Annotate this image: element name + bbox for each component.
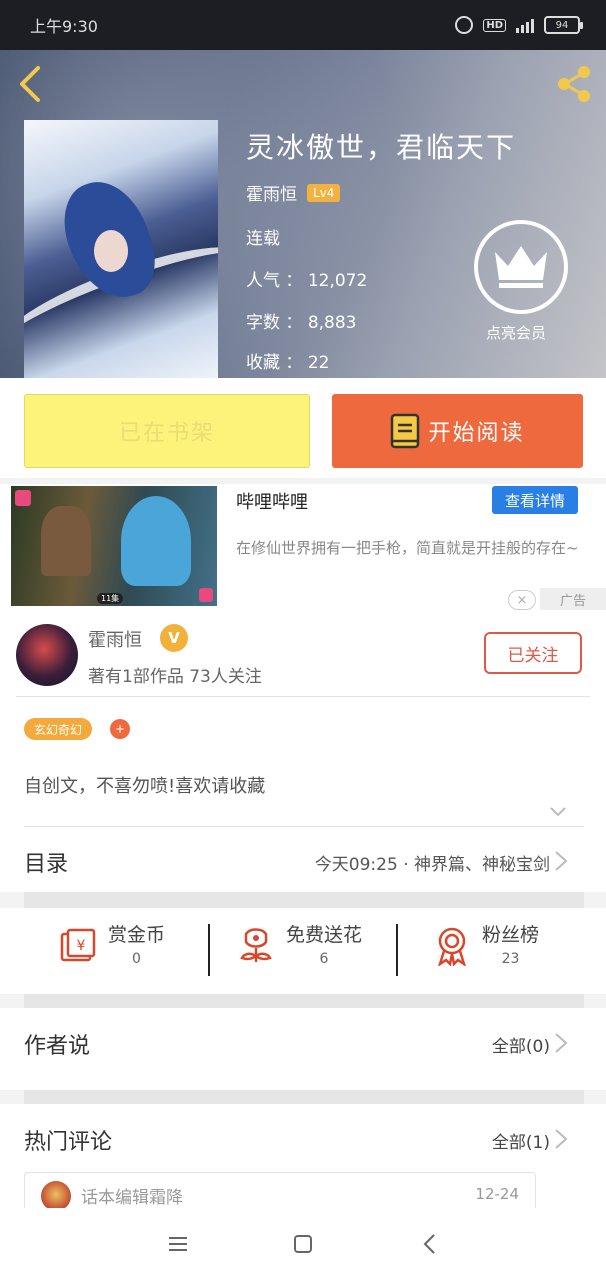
back-nav-icon[interactable] [416, 1230, 444, 1258]
vip-crown-button[interactable] [474, 220, 568, 314]
popularity-label: 人气 [246, 271, 280, 291]
menu-icon[interactable] [164, 1230, 192, 1258]
book-cover-image[interactable] [24, 120, 218, 378]
free-flower-button[interactable]: 免费送花 6 [236, 920, 362, 967]
favorites-value: 22 [307, 353, 330, 373]
free-flower-count: 6 [319, 951, 329, 967]
rewards-row: ¥ 赏金币 0 免费送花 6 粉丝榜 23 [0, 908, 606, 994]
chevron-right-icon [555, 851, 568, 871]
ad-mark: 广告 [540, 588, 606, 610]
author-name[interactable]: 霍雨恒 [88, 626, 142, 652]
red-envelope-icon: ¥ [60, 928, 96, 962]
genre-tag[interactable]: 玄幻奇幻 [24, 718, 93, 740]
author-says-title: 作者说 [24, 1034, 91, 1059]
fan-ranking-label: 粉丝榜 [482, 924, 540, 946]
book-title: 灵冰傲世，君临天下 [246, 131, 517, 164]
favorites-stat: 收藏 ： 22 [246, 353, 330, 373]
popularity-stat: 人气 ： 12,072 [246, 271, 368, 291]
level-badge: Lv4 [307, 183, 341, 202]
commenter-name: 话本编辑霜降 [81, 1188, 183, 1208]
author-stats: 著有1部作品 73人关注 [88, 667, 262, 687]
book-intro: 自创文，不喜勿喷!喜欢请收藏 [24, 776, 266, 797]
medal-icon [438, 927, 466, 966]
back-arrow-icon[interactable] [14, 64, 46, 104]
divider [16, 696, 590, 697]
section-gap [24, 994, 584, 1008]
follow-button[interactable]: 已关注 [484, 632, 582, 674]
catalog-label: 目录 [24, 852, 69, 877]
alarm-icon [455, 16, 474, 34]
section-gap [24, 1090, 584, 1104]
share-icon[interactable] [554, 64, 594, 104]
ad-app-name: 哔哩哔哩 [236, 492, 308, 513]
book-author[interactable]: 霍雨恒 [246, 180, 297, 205]
status-icons: HD 94 [455, 16, 583, 34]
crown-icon [495, 246, 547, 288]
section-gap [24, 892, 584, 908]
popularity-value: 12,072 [307, 271, 368, 291]
verified-badge-icon: V [160, 624, 188, 652]
catalog-row[interactable]: 目录 今天09:25 · 神界篇、神秘宝剑 [0, 828, 606, 892]
episode-tag: 11集 [97, 593, 124, 604]
add-tag-button[interactable]: + [110, 719, 130, 739]
in-bookshelf-button[interactable]: 已在书架 [24, 394, 310, 468]
ad-image[interactable]: 11集 [11, 486, 217, 606]
reward-coin-label: 赏金币 [108, 924, 166, 946]
hot-comments-title: 热门评论 [24, 1130, 113, 1155]
ad-detail-button[interactable]: 查看详情 [492, 486, 578, 514]
author-says-all-link[interactable]: 全部(0) [492, 1032, 550, 1057]
reward-coin-button[interactable]: ¥ 赏金币 0 [58, 920, 165, 967]
battery-icon: 94 [544, 16, 583, 34]
ad-description: 在修仙世界拥有一把手枪，简直就是开挂般的存在~ [236, 539, 579, 557]
author-says-section[interactable]: 作者说 全部(0) [0, 1008, 606, 1090]
app-logo-icon [15, 490, 31, 506]
latest-chapter: 今天09:25 · 神界篇、神秘宝剑 [314, 855, 550, 875]
hot-comments-all-link[interactable]: 全部(1) [492, 1128, 550, 1153]
fan-ranking-button[interactable]: 粉丝榜 23 [432, 920, 539, 967]
author-card: 霍雨恒 V 著有1部作品 73人关注 已关注 [0, 614, 606, 708]
word-count-label: 字数 [246, 313, 280, 333]
hd-icon: HD [483, 18, 506, 32]
word-count-stat: 字数 ： 8,883 [246, 313, 357, 333]
start-reading-button[interactable]: 开始阅读 [332, 394, 583, 468]
separator [396, 924, 398, 976]
comment-card[interactable]: 话本编辑霜降 12-24 [24, 1172, 536, 1212]
book-status: 连载 [246, 229, 280, 249]
free-flower-label: 免费送花 [286, 924, 363, 946]
home-square-icon[interactable] [289, 1230, 317, 1258]
chevron-right-icon [555, 1033, 568, 1053]
svg-text:¥: ¥ [77, 938, 86, 954]
system-nav-bar [0, 1208, 606, 1280]
signal-icon [516, 17, 534, 33]
vip-label[interactable]: 点亮会员 [486, 322, 546, 343]
commenter-avatar[interactable] [41, 1181, 71, 1211]
status-time: 上午9:30 [30, 17, 98, 36]
ad-close-icon[interactable]: × [508, 590, 536, 610]
separator [208, 924, 210, 976]
comment-date: 12-24 [475, 1185, 519, 1203]
ad-banner[interactable]: 11集 哔哩哔哩 查看详情 在修仙世界拥有一把手枪，简直就是开挂般的存在~ × … [0, 484, 606, 614]
status-bar: 上午9:30 HD 94 [0, 0, 606, 50]
book-icon [391, 413, 420, 449]
book-header: 灵冰傲世，君临天下 霍雨恒 Lv4 连载 人气 ： 12,072 字数 ： 8,… [0, 50, 606, 378]
hot-comments-section: 热门评论 全部(1) 话本编辑霜降 12-24 [0, 1104, 606, 1212]
chevron-down-icon[interactable] [550, 804, 566, 820]
flower-icon [240, 928, 272, 962]
word-count-value: 8,883 [307, 313, 357, 333]
book-actions: 已在书架 开始阅读 [0, 378, 606, 478]
reward-coin-count: 0 [132, 951, 141, 967]
app-logo-icon [199, 588, 213, 602]
book-intro-section: 玄幻奇幻 + 自创文，不喜勿喷!喜欢请收藏 [0, 708, 606, 828]
chevron-right-icon [555, 1129, 568, 1149]
divider [24, 826, 584, 827]
author-avatar[interactable] [16, 624, 78, 686]
fan-ranking-count: 23 [501, 951, 520, 967]
book-author-row: 霍雨恒 Lv4 [246, 180, 341, 205]
favorites-label: 收藏 [246, 353, 280, 373]
start-reading-label: 开始阅读 [428, 421, 525, 446]
